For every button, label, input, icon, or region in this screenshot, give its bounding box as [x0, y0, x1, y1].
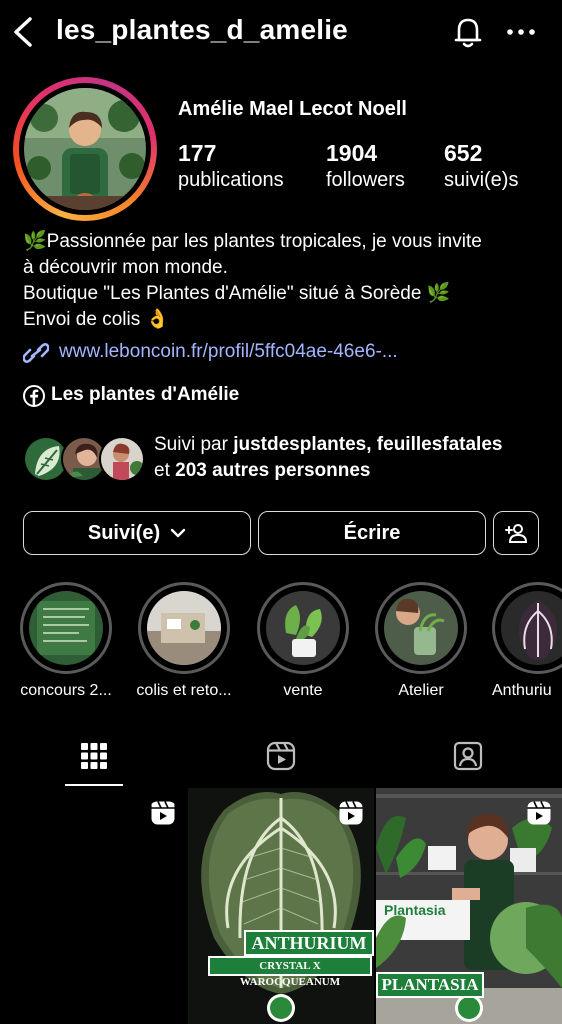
followed-by-others[interactable]: 203 autres personnes — [175, 460, 370, 481]
profile-tabs — [0, 730, 562, 788]
reel-icon — [151, 801, 175, 825]
highlight-label: vente — [283, 682, 323, 699]
reel-icon — [527, 801, 551, 825]
stat-label: publications — [178, 169, 284, 191]
highlight-cover — [501, 591, 562, 665]
stat-value: 652 — [444, 140, 483, 166]
story-ring[interactable] — [13, 77, 157, 221]
bio-line: Boutique "Les Plantes d'Amélie" situé à … — [23, 283, 451, 304]
tagged-icon — [453, 741, 483, 771]
more-horizontal-icon[interactable] — [504, 20, 538, 44]
avatar[interactable] — [24, 88, 146, 210]
bio-line: Envoi de colis 👌 — [23, 309, 170, 330]
highlight-cover — [147, 591, 221, 665]
highlight-label: Atelier — [398, 682, 444, 699]
top-bar: les_plantes_d_amelie — [0, 0, 562, 64]
highlight-cover — [384, 591, 458, 665]
link-icon — [23, 342, 49, 364]
post-tile[interactable] — [0, 788, 186, 1024]
bio-line: 🌿Passionnée par les plantes tropicales, … — [23, 231, 482, 252]
highlight-label: Anthuriu — [492, 682, 552, 699]
post-title: PLANTASIA — [376, 972, 484, 998]
following-button-label: Suivi(e) — [87, 521, 161, 544]
profile-bio: 🌿Passionnée par les plantes tropicales, … — [23, 229, 543, 333]
highlight-label: concours 2... — [20, 682, 112, 699]
posts-grid: ANTHURIUM CRYSTAL X WAROCQUEANUM PLANTAS… — [0, 788, 562, 1024]
active-tab-indicator — [65, 784, 123, 786]
tab-tagged[interactable] — [374, 730, 561, 788]
facebook-icon — [23, 385, 45, 407]
bio-line: à découvrir mon monde. — [23, 257, 228, 278]
stat-value: 1904 — [326, 140, 378, 166]
story-highlight[interactable]: Anthuriu — [484, 582, 562, 700]
followed-by-prefix: Suivi par — [154, 434, 234, 455]
post-subtitle: Plantasia — [384, 902, 446, 918]
following-button[interactable]: Suivi(e) — [23, 511, 251, 555]
highlight-cover — [266, 591, 340, 665]
link-text[interactable]: www.leboncoin.fr/profil/5ffc04ae-46e6-..… — [59, 341, 398, 363]
stat-value: 177 — [178, 140, 217, 166]
story-highlight[interactable]: colis et reto... — [129, 582, 239, 700]
post-title: ANTHURIUM — [244, 930, 374, 956]
tab-reels[interactable] — [187, 730, 374, 788]
post-subtitle: CRYSTAL X WAROCQUEANUM — [208, 956, 372, 988]
followed-by-users[interactable]: justdesplantes, feuillesfatales — [233, 434, 502, 455]
chevron-down-icon — [170, 528, 186, 538]
story-highlight[interactable]: Atelier — [366, 582, 476, 700]
stat-following[interactable]: 652 suivi(e)s — [444, 140, 518, 192]
chevron-left-icon[interactable] — [10, 16, 36, 48]
stat-followers[interactable]: 1904 followers — [326, 140, 405, 192]
highlight-label: colis et reto... — [136, 682, 232, 699]
follower-avatar — [99, 436, 145, 482]
stat-label: followers — [326, 169, 405, 191]
reels-icon — [266, 741, 296, 771]
profile-full-name: Amélie Mael Lecot Noell — [178, 98, 407, 120]
reel-icon — [339, 801, 363, 825]
stat-label: suivi(e)s — [444, 169, 519, 191]
stat-publications[interactable]: 177 publications — [178, 140, 284, 192]
followed-by-text: Suivi par justdesplantes, feuillesfatale… — [154, 432, 502, 484]
followed-by-connector: et — [154, 460, 176, 481]
story-highlight[interactable]: concours 2... — [11, 582, 121, 700]
grid-icon — [81, 743, 107, 769]
message-button-label: Écrire — [343, 521, 401, 544]
post-tile[interactable]: PLANTASIA Plantasia — [376, 788, 562, 1024]
story-highlight[interactable]: vente — [248, 582, 358, 700]
post-tile[interactable]: ANTHURIUM CRYSTAL X WAROCQUEANUM — [188, 788, 374, 1024]
message-button[interactable]: Écrire — [258, 511, 486, 555]
bell-icon[interactable] — [450, 14, 486, 50]
add-person-icon — [505, 524, 528, 543]
facebook-page-name: Les plantes d'Amélie — [51, 384, 240, 405]
followed-by[interactable]: Suivi par justdesplantes, feuillesfatale… — [23, 432, 553, 488]
profile-username: les_plantes_d_amelie — [56, 14, 348, 45]
tab-grid[interactable] — [0, 730, 187, 788]
suggest-people-button[interactable] — [493, 511, 539, 555]
highlight-cover — [29, 591, 103, 665]
